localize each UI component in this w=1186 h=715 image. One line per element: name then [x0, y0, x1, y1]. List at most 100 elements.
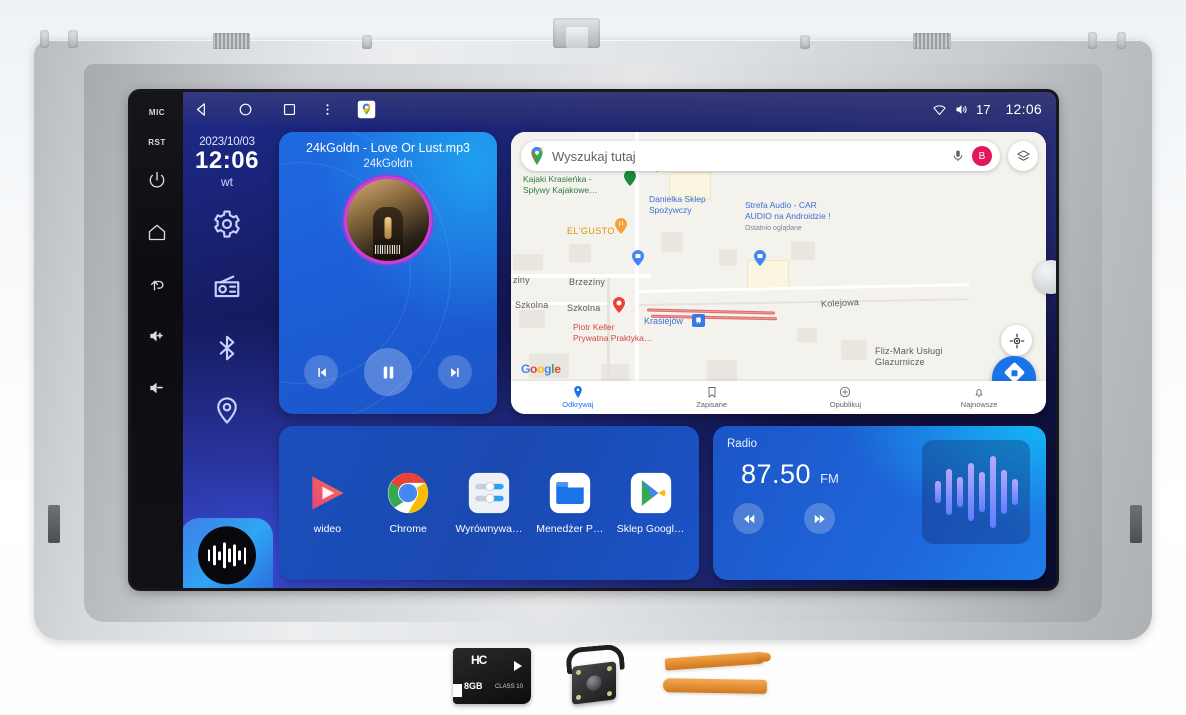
layers-icon[interactable] [1008, 141, 1038, 171]
video-player-icon [305, 471, 349, 515]
app-label: wideo [313, 523, 342, 535]
volume-down-icon[interactable] [147, 378, 167, 398]
bookmark-icon [706, 386, 718, 398]
map-nav-najnowsze[interactable]: Najnowsze [912, 386, 1046, 409]
previous-track-button[interactable] [304, 355, 338, 389]
radio-icon[interactable] [212, 271, 242, 301]
radio-frequency: 87.50 [741, 459, 812, 489]
dock-time: 12:06 [195, 147, 259, 174]
maps-pin-icon [530, 143, 544, 165]
hw-reset-button[interactable]: RST [148, 138, 166, 147]
hw-mic-button[interactable]: MIC [149, 108, 165, 117]
seek-down-button[interactable] [733, 503, 764, 534]
microsd-arrow-icon [514, 661, 522, 671]
my-location-icon[interactable] [1001, 325, 1032, 356]
maps-icon[interactable] [357, 100, 376, 119]
map-pin-piotr-keller[interactable] [613, 297, 625, 313]
wifi-icon [932, 102, 947, 117]
music-player-widget[interactable]: 24kGoldn - Love Or Lust.mp3 24kGoldn [279, 132, 497, 414]
app-label: Wyrównywa… [455, 523, 523, 535]
bluetooth-icon[interactable] [212, 333, 242, 363]
power-icon[interactable] [147, 170, 167, 190]
volume-up-icon[interactable] [147, 326, 167, 346]
music-visualizer-panel[interactable] [183, 518, 273, 588]
radio-band: FM [820, 471, 839, 486]
mount-clip [40, 30, 49, 48]
settings-icon[interactable] [212, 209, 242, 239]
navigation-buttons [193, 100, 376, 119]
housing-side-slot [48, 505, 60, 543]
microphone-icon[interactable] [951, 148, 965, 164]
maps-widget[interactable]: Kajaki Krasieńka - Spływy Kajakowe… Dani… [511, 132, 1046, 414]
android-ui: 17 12:06 2023/10/03 12:06 wt 24kGoldn - … [183, 92, 1056, 588]
app-shortcut-equalizer[interactable]: Wyrównywa… [451, 471, 527, 535]
map-label: Szkolna [515, 300, 549, 310]
music-artist: 24kGoldn [363, 158, 413, 170]
volume-icon [954, 102, 969, 117]
hardware-button-strip: MIC RST [131, 92, 183, 588]
app-shortcut-chrome[interactable]: Chrome [370, 471, 446, 535]
microsd-class: CLASS 10 [494, 684, 523, 690]
app-label: Menedżer P… [536, 523, 604, 535]
map-label: Strefa Audio - CAR AUDIO na Androidzie ! [745, 200, 831, 221]
map-nav-opublikuj[interactable]: Opublikuj [779, 386, 913, 409]
location-icon[interactable] [212, 395, 242, 425]
chrome-icon [386, 471, 430, 515]
status-indicators: 17 12:06 [932, 101, 1042, 117]
app-shortcut-play-store[interactable]: Sklep Googl… [613, 471, 689, 535]
next-track-button[interactable] [438, 355, 472, 389]
mount-clip-wide [913, 33, 951, 49]
recents-icon[interactable] [281, 101, 298, 118]
file-manager-icon [548, 471, 592, 515]
map-nav-label: Odkrywaj [562, 400, 594, 409]
music-visualizer[interactable] [198, 526, 256, 585]
map-pin-kajaki[interactable] [624, 170, 636, 186]
account-avatar[interactable]: B [972, 146, 992, 166]
backup-camera [560, 642, 630, 705]
app-shortcut-file-manager[interactable]: Menedżer P… [532, 471, 608, 535]
microsd-card: HC 8GB CLASS 10 [453, 648, 531, 704]
map-label-sub: Ostatnio oglądane [745, 225, 802, 232]
play-store-icon [629, 471, 673, 515]
app-label: Sklep Googl… [616, 523, 685, 535]
mount-clip [1088, 32, 1097, 49]
radio-visualizer [922, 440, 1030, 544]
map-pin-strefa-audio[interactable] [754, 250, 766, 266]
app-shortcut-wideo[interactable]: wideo [289, 471, 365, 535]
map-bottom-nav: Odkrywaj Zapisane Opublikuj Najnowsze [511, 381, 1046, 414]
map-search-bar[interactable]: Wyszukaj tutaj B [521, 141, 1000, 171]
mount-clip [68, 30, 78, 48]
home-icon[interactable] [147, 222, 167, 242]
head-unit-screen: MIC RST 17 12:06 2023/10/03 12:06 wt 24k… [131, 92, 1056, 588]
pause-button[interactable] [364, 348, 412, 396]
home-icon[interactable] [237, 101, 254, 118]
left-dock: 2023/10/03 12:06 wt [183, 126, 273, 588]
equalizer-icon [467, 471, 511, 515]
map-label: Kolejowa [820, 297, 860, 309]
map-nav-label: Opublikuj [829, 400, 862, 409]
map-pin-shop[interactable] [632, 250, 644, 266]
mount-clip [362, 35, 372, 49]
radio-widget[interactable]: Radio 87.50 FM [713, 426, 1046, 580]
housing-side-slot [1130, 505, 1142, 543]
map-label: Szkolna [567, 303, 601, 313]
product-photo-scene: MIC RST 17 12:06 2023/10/03 12:06 wt 24k… [0, 0, 1186, 715]
seek-up-button[interactable] [804, 503, 835, 534]
pry-tool-2 [662, 678, 768, 694]
microsd-logo: HC [471, 653, 487, 667]
status-clock: 12:06 [1005, 101, 1042, 117]
mount-clip-wide [213, 33, 250, 49]
plus-circle-icon [839, 386, 851, 398]
map-pin-krasiejow-station[interactable] [692, 314, 705, 327]
map-pin-elgusto[interactable] [615, 218, 627, 234]
overflow-icon[interactable] [325, 101, 330, 118]
back-icon[interactable] [147, 274, 167, 294]
google-attribution: Google [521, 362, 561, 376]
map-nav-odkrywaj[interactable]: Odkrywaj [511, 386, 645, 409]
back-icon[interactable] [193, 101, 210, 118]
map-nav-zapisane[interactable]: Zapisane [645, 386, 779, 409]
map-search-placeholder[interactable]: Wyszukaj tutaj [552, 149, 636, 164]
mount-clip [1117, 32, 1126, 49]
microsd-capacity: 8GB [464, 681, 483, 691]
map-label: Krasiejów [644, 316, 684, 326]
